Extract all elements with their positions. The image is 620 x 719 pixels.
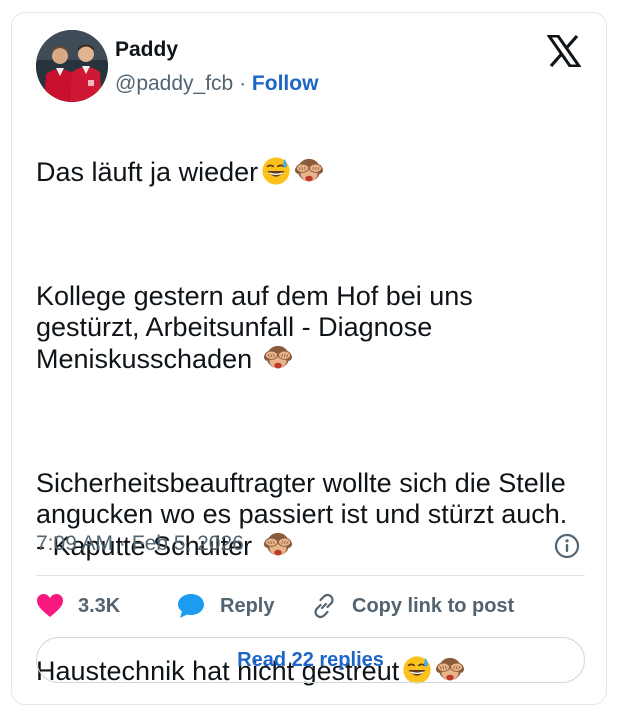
author-handle[interactable]: @paddy_fcb xyxy=(115,72,233,95)
read-replies-button[interactable]: Read 22 replies xyxy=(36,637,585,683)
link-icon xyxy=(314,593,334,619)
x-logo-icon[interactable] xyxy=(546,34,582,68)
follow-link[interactable]: Follow xyxy=(252,72,319,95)
tweet-paragraph-2: Kollege gestern auf dem Hof bei uns gest… xyxy=(36,281,473,374)
copy-link-label: Copy link to post xyxy=(352,594,515,617)
like-count: 3.3K xyxy=(78,594,121,617)
author-name[interactable]: Paddy xyxy=(115,38,178,62)
see-no-evil-monkey-emoji xyxy=(294,156,324,186)
reply-label: Reply xyxy=(220,594,275,617)
tweet-paragraph-1: Das läuft ja wieder xyxy=(36,156,576,188)
heart-icon xyxy=(37,594,63,617)
tweet-date: Feb 5, 2026 xyxy=(131,532,244,555)
see-no-evil-monkey-emoji xyxy=(263,530,293,560)
tweet-timestamp[interactable]: 7:09 AM · Feb 5, 2026 xyxy=(36,532,244,556)
grinning-sweat-emoji xyxy=(261,156,291,186)
speech-bubble-icon xyxy=(178,594,204,618)
meta-separator: · xyxy=(118,532,126,555)
tweet-card: Paddy @paddy_fcb · Follow Das läuft ja w… xyxy=(11,12,607,705)
tweet-body: Das läuft ja wieder Kollege gestern auf … xyxy=(36,125,576,718)
action-bar: 3.3K Reply Copy link to post xyxy=(36,589,585,623)
author-handle-row: @paddy_fcb · Follow xyxy=(115,72,318,96)
info-icon[interactable] xyxy=(554,533,580,559)
read-replies-label: Read 22 replies xyxy=(237,648,384,671)
copy-link-button[interactable]: Copy link to post xyxy=(310,589,514,623)
reply-button[interactable]: Reply xyxy=(176,589,274,623)
handle-separator: · xyxy=(239,72,247,95)
avatar[interactable] xyxy=(36,30,108,102)
tweet-time: 7:09 AM xyxy=(36,532,114,555)
see-no-evil-monkey-emoji xyxy=(263,343,293,373)
like-button[interactable]: 3.3K xyxy=(36,589,120,623)
divider xyxy=(36,575,585,576)
